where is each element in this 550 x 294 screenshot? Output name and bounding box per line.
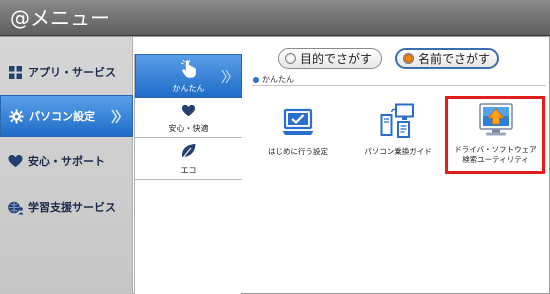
left-menu-item-apps[interactable]: アプリ・サービス: [0, 51, 133, 93]
search-by-name-radio[interactable]: 名前でさがす: [395, 48, 499, 69]
tile-driver-software-search[interactable]: ドライバ・ソフトウェア 検索ユーティリティ: [448, 102, 543, 165]
apps-grid-icon: [8, 65, 23, 80]
section-heading: かんたん: [253, 74, 294, 85]
double-chevron-right-icon: 〉〉: [111, 110, 129, 126]
left-menu-label: 学習支援サービス: [28, 201, 116, 214]
globe-person-icon: [8, 200, 24, 215]
bullet-icon: [253, 76, 259, 83]
section-heading-label: かんたん: [262, 75, 294, 84]
tile-label: はじめに行う設定: [268, 147, 328, 156]
left-menu-label: 安心・サポート: [28, 155, 105, 168]
driver-search-icon: [478, 102, 514, 142]
sub-menu-item-safe-comfortable[interactable]: 安心・快適: [135, 98, 242, 138]
sub-menu-item-eco[interactable]: エコ: [135, 138, 242, 180]
tile-label: ドライバ・ソフトウェア 検索ユーティリティ: [454, 145, 537, 164]
tile-pc-transfer-guide[interactable]: パソコン乗換ガイド: [358, 103, 438, 157]
window-title: @メニュー: [0, 0, 550, 36]
tile-label: パソコン乗換ガイド: [364, 147, 432, 156]
sub-menu: かんたん 〉〉 安心・快適 エコ: [134, 54, 242, 294]
section-divider: [252, 85, 546, 86]
search-by-purpose-radio[interactable]: 目的でさがす: [278, 48, 382, 69]
radio-indicator: [285, 53, 296, 64]
laptop-check-icon: [281, 106, 315, 144]
heart-icon: [8, 154, 23, 169]
sub-menu-label: かんたん: [172, 84, 205, 93]
radio-indicator: [403, 53, 414, 64]
radio-label: 名前でさがす: [418, 52, 491, 66]
left-menu-item-pc-settings[interactable]: パソコン設定 〉〉: [0, 95, 133, 137]
sub-menu-label: エコ: [180, 166, 197, 175]
left-menu-label: パソコン設定: [29, 110, 95, 123]
sub-menu-item-easy[interactable]: かんたん 〉〉: [135, 54, 242, 98]
left-menu-item-safety-support[interactable]: 安心・サポート: [0, 140, 133, 182]
left-menu: アプリ・サービス パソコン設定 〉〉 安心・サポート 学習支援サービス: [0, 37, 133, 294]
double-chevron-right-icon: 〉〉: [221, 70, 239, 86]
left-menu-label: アプリ・サービス: [28, 66, 116, 79]
pc-transfer-icon: [380, 103, 416, 144]
radio-label: 目的でさがす: [300, 52, 373, 66]
heart-icon: [181, 104, 196, 120]
left-menu-item-learning-support[interactable]: 学習支援サービス: [0, 186, 133, 228]
hand-pointer-icon: [180, 59, 198, 81]
sub-menu-label: 安心・快適: [168, 124, 209, 133]
tile-initial-setup[interactable]: はじめに行う設定: [258, 106, 338, 157]
leaf-icon: [180, 143, 197, 163]
gear-icon: [9, 108, 24, 124]
